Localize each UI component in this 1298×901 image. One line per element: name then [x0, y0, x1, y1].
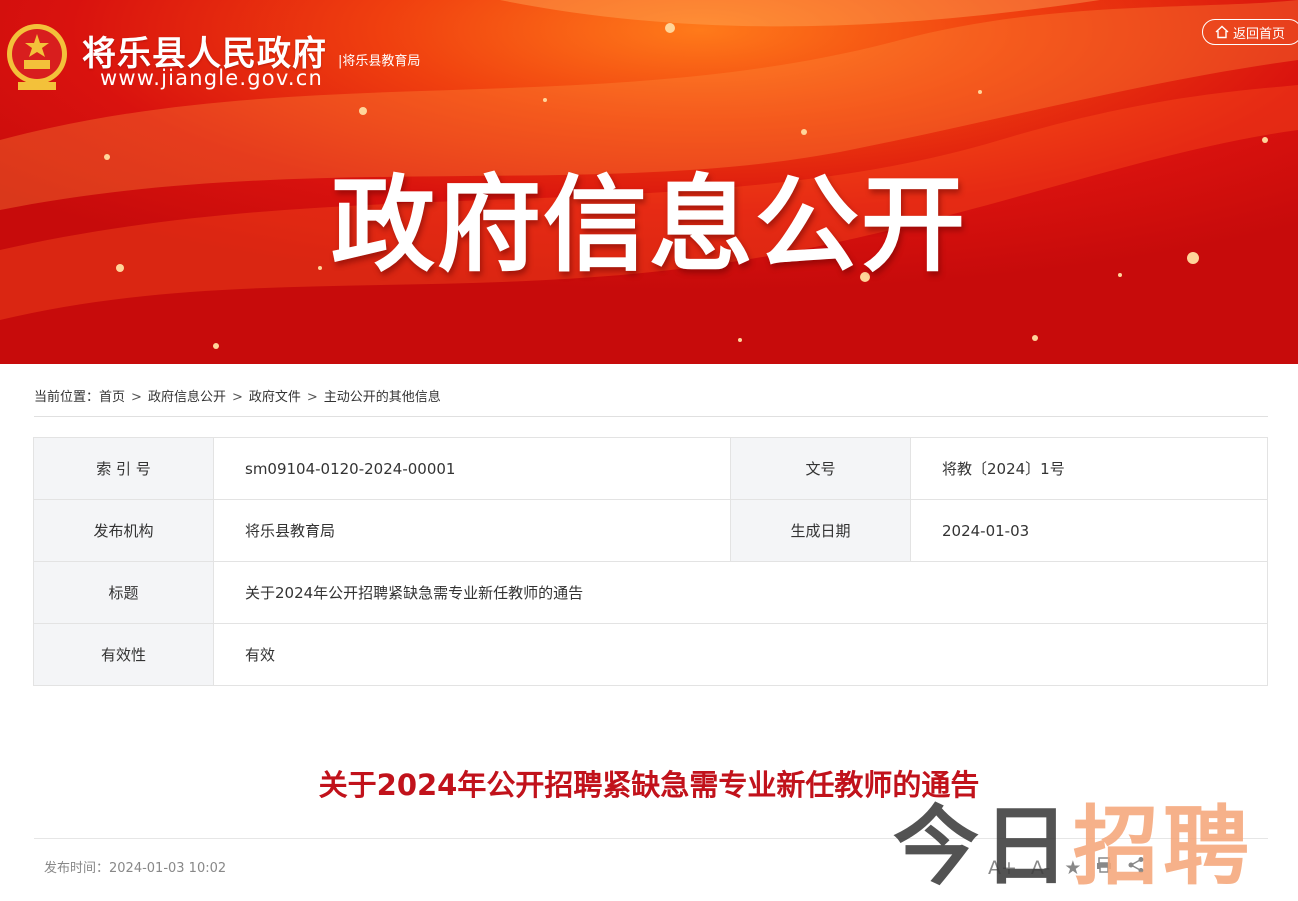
breadcrumb-item-home[interactable]: 首页: [99, 386, 125, 405]
site-url: www.jiangle.gov.cn: [100, 66, 323, 90]
return-home-label: 返回首页: [1233, 25, 1286, 41]
table-row: 发布机构 将乐县教育局 生成日期 2024-01-03: [33, 499, 1268, 562]
watermark-text-part1: 今日: [893, 797, 1073, 897]
validity-label: 有效性: [33, 623, 214, 686]
date-value: 2024-01-03: [910, 499, 1268, 562]
national-emblem-icon: [7, 24, 67, 90]
document-info-table: 索 引 号 sm09104-0120-2024-00001 文号 将教〔2024…: [33, 437, 1268, 686]
title-value: 关于2024年公开招聘紧缺急需专业新任教师的通告: [213, 561, 1268, 624]
issuer-label: 发布机构: [33, 499, 214, 562]
table-row: 有效性 有效: [33, 623, 1268, 686]
breadcrumb-separator: >: [231, 390, 243, 405]
breadcrumb-item-other-info[interactable]: 主动公开的其他信息: [324, 386, 441, 405]
breadcrumb-separator: >: [131, 390, 142, 405]
watermark-logo: 今日招聘: [893, 776, 1253, 901]
validity-value: 有效: [213, 623, 1268, 686]
date-label: 生成日期: [730, 499, 911, 562]
banner-title: 政府信息公开: [330, 164, 967, 286]
doc-number-value: 将教〔2024〕1号: [910, 437, 1268, 500]
header-banner: 将乐县人民政府 www.jiangle.gov.cn |将乐县教育局 返回首页 …: [0, 0, 1298, 364]
home-icon: [1215, 25, 1229, 39]
breadcrumb-prefix: 当前位置：: [34, 390, 100, 405]
title-label: 标题: [33, 561, 214, 624]
breadcrumb-item-gov-docs[interactable]: 政府文件: [249, 386, 301, 405]
doc-number-label: 文号: [730, 437, 911, 500]
breadcrumb-item-gov-info[interactable]: 政府信息公开: [148, 386, 226, 405]
watermark-text-part2: 招聘: [1073, 797, 1253, 897]
table-row: 标题 关于2024年公开招聘紧缺急需专业新任教师的通告: [33, 561, 1268, 624]
breadcrumb: 当前位置：首页 > 政府信息公开 > 政府文件 > 主动公开的其他信息: [34, 386, 441, 405]
issuer-value: 将乐县教育局: [213, 499, 731, 562]
publish-time: 发布时间：2024-01-03 10:02: [44, 861, 227, 876]
index-label: 索 引 号: [33, 437, 214, 500]
return-home-button[interactable]: 返回首页: [1202, 19, 1298, 45]
breadcrumb-divider: [34, 416, 1268, 417]
sub-organization-name: |将乐县教育局: [338, 54, 421, 69]
index-value: sm09104-0120-2024-00001: [213, 437, 731, 500]
breadcrumb-separator: >: [306, 390, 318, 405]
table-row: 索 引 号 sm09104-0120-2024-00001 文号 将教〔2024…: [33, 437, 1268, 500]
